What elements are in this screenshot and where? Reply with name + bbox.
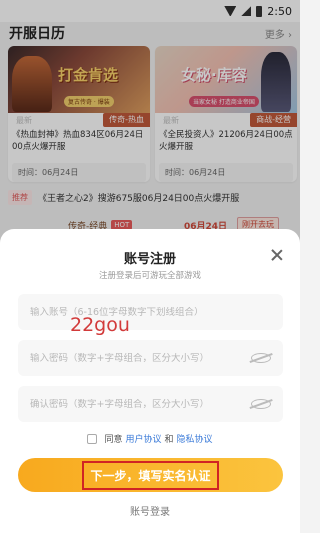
account-input[interactable]	[30, 306, 240, 318]
password-input[interactable]	[30, 352, 240, 364]
user-agreement-link[interactable]: 用户协议	[125, 432, 161, 445]
eye-off-icon[interactable]	[251, 399, 271, 409]
close-icon[interactable]	[270, 248, 284, 262]
privacy-agreement-link[interactable]: 隐私协议	[177, 432, 213, 445]
sheet-subtitle: 注册登录后可游玩全部游戏	[98, 271, 201, 281]
account-field[interactable]	[18, 294, 283, 330]
agree-checkbox[interactable]	[87, 433, 98, 444]
password-field[interactable]	[18, 340, 283, 376]
account-login-link[interactable]: 账号登录	[0, 503, 300, 518]
confirm-password-input[interactable]	[30, 398, 240, 410]
sheet-title: 账号注册	[123, 252, 176, 267]
next-step-label: 下一步，填写实名认证	[82, 460, 219, 490]
register-sheet: 账号注册 注册登录后可游玩全部游戏 22gou 同意 用户协议 和 隐私协议 下…	[0, 229, 300, 533]
next-step-button[interactable]: 下一步，填写实名认证	[18, 458, 283, 492]
watermark-text: 22gou	[70, 314, 130, 336]
agreement-row: 同意 用户协议 和 隐私协议	[0, 432, 300, 445]
eye-off-icon[interactable]	[251, 353, 271, 363]
agree-prefix: 同意	[104, 435, 123, 445]
confirm-password-field[interactable]	[18, 386, 283, 422]
agree-and: 和	[164, 435, 174, 445]
